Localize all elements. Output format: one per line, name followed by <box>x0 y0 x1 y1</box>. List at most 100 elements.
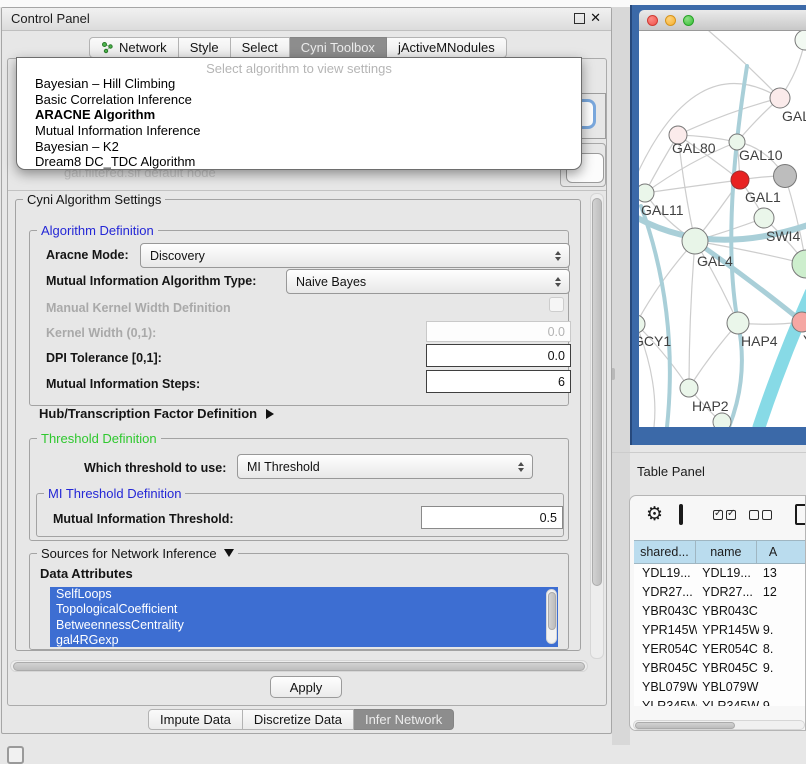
table-cell[interactable]: 9. <box>759 696 806 706</box>
algorithm-option[interactable]: Basic Correlation Inference <box>32 92 577 108</box>
table-cell[interactable]: YPR145W <box>634 621 697 640</box>
column-header[interactable]: A <box>757 541 806 563</box>
table-row[interactable]: YBL079WYBL079W <box>634 677 806 696</box>
table-cell[interactable]: YDR27... <box>634 583 697 602</box>
network-node-hap4[interactable] <box>727 312 749 334</box>
table-cell[interactable]: 9. <box>759 658 806 677</box>
network-node-hap2[interactable] <box>680 379 698 397</box>
restore-panel-icon[interactable] <box>7 746 24 764</box>
settings-horizontal-thumb[interactable] <box>13 662 585 671</box>
new-table-icon[interactable] <box>795 504 806 525</box>
table-row[interactable]: YDL19...YDL19...13 <box>634 564 806 583</box>
attribute-list-item[interactable]: SelfLoops <box>50 587 558 602</box>
network-canvas[interactable]: GALGAL80GAL10GAL1GAL11SWI4GAL4GCY1HAP4YH… <box>639 31 806 427</box>
network-node[interactable] <box>795 31 806 50</box>
mi-steps-field[interactable]: 6 <box>426 370 571 393</box>
attribute-list-item[interactable]: TopologicalCoefficient <box>50 602 558 617</box>
network-node[interactable] <box>713 413 731 427</box>
tab-select[interactable]: Select <box>231 37 290 58</box>
algorithm-option[interactable]: Bayesian – K2 <box>32 139 577 155</box>
sources-toggle[interactable]: Sources for Network Inference <box>37 546 238 561</box>
which-threshold-select[interactable]: MI Threshold <box>237 454 533 479</box>
select-all-checkboxes-icon[interactable] <box>713 510 736 520</box>
network-node-gal1[interactable] <box>731 171 749 189</box>
table-cell[interactable]: YBL079W <box>697 677 759 696</box>
algorithm-option[interactable]: Mutual Information Inference <box>32 123 577 139</box>
network-node-gal[interactable] <box>770 88 790 108</box>
zoom-traffic-light-icon[interactable] <box>683 15 694 26</box>
table-horizontal-thumb[interactable] <box>635 722 735 729</box>
table-cell[interactable] <box>759 602 806 621</box>
mi-type-select[interactable]: Naive Bayes <box>286 269 570 294</box>
deselect-all-checkboxes-icon[interactable] <box>749 510 772 520</box>
close-traffic-light-icon[interactable] <box>647 15 658 26</box>
close-icon[interactable]: ✕ <box>590 10 601 26</box>
table-cell[interactable]: YLR345W <box>697 696 759 706</box>
bottom-tab-discretize-data[interactable]: Discretize Data <box>243 709 354 730</box>
float-window-icon[interactable] <box>574 13 585 24</box>
network-window-titlebar[interactable] <box>639 10 806 31</box>
table-row[interactable]: YBR043CYBR043C <box>634 602 806 621</box>
attribute-list-item[interactable]: gal4RGexp <box>50 633 558 647</box>
table-cell[interactable]: YDL19... <box>697 564 759 583</box>
table-cell[interactable]: YBR045C <box>697 658 759 677</box>
column-header[interactable]: shared... <box>634 541 696 563</box>
algorithm-option[interactable]: Bayesian – Hill Climbing <box>32 76 577 92</box>
table-row[interactable]: YDR27...YDR27...12 <box>634 583 806 602</box>
aracne-mode-select[interactable]: Discovery <box>140 243 570 268</box>
manual-kernel-checkbox[interactable] <box>549 297 564 312</box>
table-row[interactable]: YBR045CYBR045C9. <box>634 658 806 677</box>
apply-button[interactable]: Apply <box>270 676 342 698</box>
table-cell[interactable]: YBL079W <box>634 677 697 696</box>
table-row[interactable]: YLR345WYLR345W9. <box>634 696 806 706</box>
network-node-gcy1[interactable] <box>639 315 645 333</box>
hub-definition-toggle[interactable]: Hub/Transcription Factor Definition <box>39 406 274 421</box>
minimize-traffic-light-icon[interactable] <box>665 15 676 26</box>
table-cell[interactable]: YLR345W <box>634 696 697 706</box>
columns-icon[interactable] <box>679 504 683 525</box>
settings-horizontal-scrollbar[interactable] <box>10 660 588 672</box>
network-node[interactable] <box>774 165 797 188</box>
table-cell[interactable]: YBR045C <box>634 658 697 677</box>
algorithm-option[interactable]: Dream8 DC_TDC Algorithm <box>32 154 577 170</box>
algorithm-option[interactable]: ARACNE Algorithm <box>32 107 577 123</box>
network-node[interactable] <box>792 250 806 278</box>
table-cell[interactable]: YBR043C <box>697 602 759 621</box>
network-node-swi4[interactable] <box>754 208 774 228</box>
table-row[interactable]: YPR145WYPR145W9. <box>634 621 806 640</box>
settings-vertical-scrollbar[interactable] <box>590 193 604 659</box>
table-cell[interactable]: YBR043C <box>634 602 697 621</box>
network-edge <box>689 323 738 388</box>
bottom-tab-impute-data[interactable]: Impute Data <box>148 709 243 730</box>
data-attributes-list[interactable]: SelfLoopsTopologicalCoefficientBetweenne… <box>50 587 558 647</box>
bottom-tab-infer-network[interactable]: Infer Network <box>354 709 454 730</box>
network-graph[interactable]: GALGAL80GAL10GAL1GAL11SWI4GAL4GCY1HAP4YH… <box>639 31 806 427</box>
table-cell[interactable]: YDL19... <box>634 564 697 583</box>
attributes-scrollbar-thumb[interactable] <box>548 592 556 630</box>
table-cell[interactable]: YDR27... <box>697 583 759 602</box>
table-cell[interactable]: YPR145W <box>697 621 759 640</box>
tab-style[interactable]: Style <box>179 37 231 58</box>
table-horizontal-scrollbar[interactable] <box>633 720 805 730</box>
table-cell[interactable]: 12 <box>759 583 806 602</box>
table-cell[interactable]: 13 <box>759 564 806 583</box>
tab-cyni-toolbox[interactable]: Cyni Toolbox <box>290 37 387 58</box>
gear-icon[interactable]: ⚙ <box>646 503 663 526</box>
mi-threshold-field[interactable]: 0.5 <box>421 506 563 529</box>
table-cell[interactable] <box>759 677 806 696</box>
settings-vertical-thumb[interactable] <box>592 198 602 586</box>
network-node-gal4[interactable] <box>682 228 708 254</box>
attributes-scrollbar[interactable] <box>546 589 557 644</box>
table-cell[interactable]: YER054C <box>697 640 759 659</box>
network-node-gal11[interactable] <box>639 184 654 202</box>
table-cell[interactable]: 8. <box>759 640 806 659</box>
tab-jactivemnodules[interactable]: jActiveMNodules <box>387 37 507 58</box>
tab-network[interactable]: Network <box>89 37 179 58</box>
dpi-tolerance-field[interactable]: 0.0 <box>426 344 571 367</box>
table-row[interactable]: YER054CYER054C8. <box>634 640 806 659</box>
attribute-list-item[interactable]: BetweennessCentrality <box>50 618 558 633</box>
kernel-width-field[interactable]: 0.0 <box>426 321 571 342</box>
table-cell[interactable]: YER054C <box>634 640 697 659</box>
table-cell[interactable]: 9. <box>759 621 806 640</box>
column-header[interactable]: name <box>696 541 757 563</box>
